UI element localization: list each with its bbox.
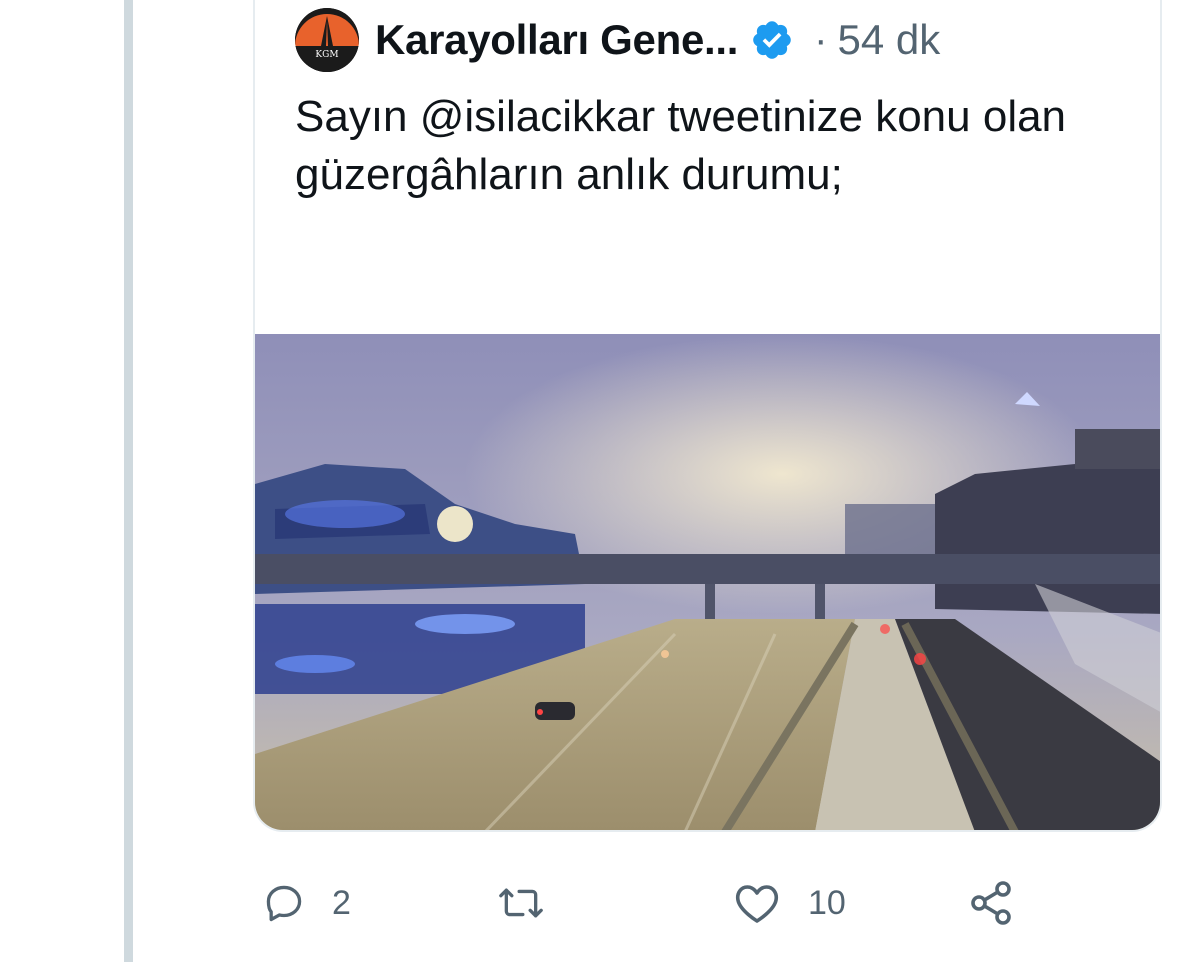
tweet-header: KGM Karayolları Gene... · 54 dk — [295, 8, 940, 72]
retweet-icon — [496, 881, 546, 925]
share-button[interactable] — [966, 868, 1016, 938]
like-button[interactable]: 10 — [732, 868, 846, 938]
thread-connector-line — [124, 0, 133, 962]
tweet-text: Sayın @isilacikkar tweetinize konu olan … — [295, 92, 1067, 199]
tweet-timestamp[interactable]: 54 dk — [837, 16, 940, 64]
reply-button[interactable]: 2 — [262, 868, 351, 938]
separator-dot: · — [814, 17, 828, 62]
retweet-button[interactable] — [496, 868, 546, 938]
quoted-tweet-card[interactable]: KGM Karayolları Gene... · 54 dk Sayın @i… — [253, 0, 1162, 832]
like-icon — [732, 881, 782, 925]
tweet-screen: KGM Karayolları Gene... · 54 dk Sayın @i… — [0, 0, 1200, 962]
reply-icon — [262, 881, 306, 925]
share-icon — [966, 879, 1016, 927]
verified-badge-icon — [750, 18, 794, 62]
tweet-action-bar: 2 10 — [0, 868, 1200, 938]
avatar[interactable]: KGM — [295, 8, 359, 72]
author-name[interactable]: Karayolları Gene... — [375, 16, 738, 64]
reply-count: 2 — [332, 883, 351, 922]
tweet-media-image[interactable] — [255, 334, 1160, 830]
like-count: 10 — [808, 883, 846, 922]
avatar-logo-text: KGM — [315, 50, 338, 60]
